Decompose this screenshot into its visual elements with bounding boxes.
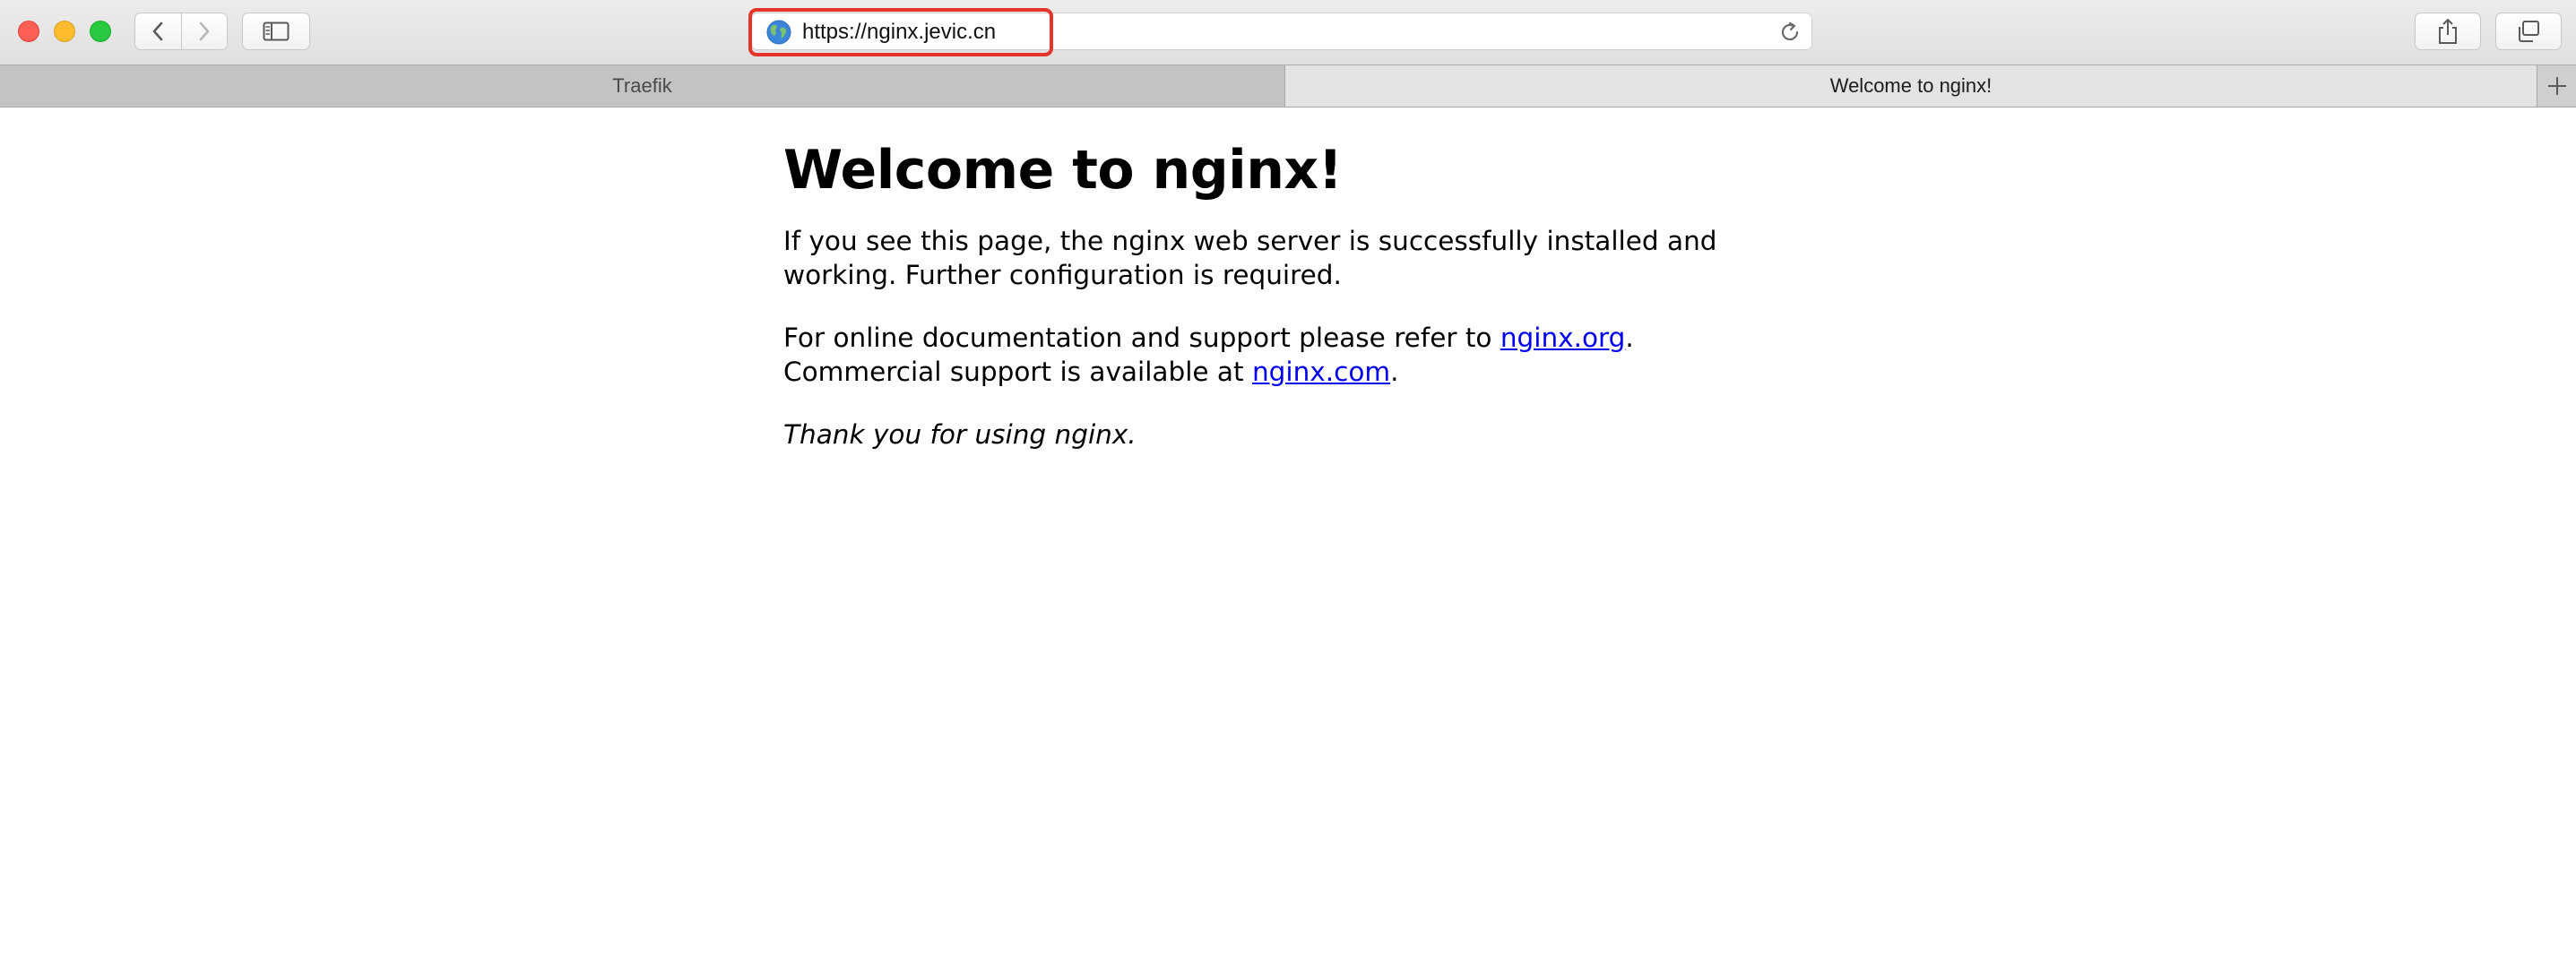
nginx-com-link[interactable]: nginx.com — [1252, 357, 1390, 387]
page-title: Welcome to nginx! — [783, 139, 1343, 202]
maximize-window-button[interactable] — [90, 21, 111, 42]
tab-label: Traefik — [612, 74, 672, 97]
tab-bar: Traefik Welcome to nginx! — [0, 65, 2576, 108]
navigation-buttons — [134, 13, 228, 50]
tabs-overview-icon — [2519, 21, 2539, 42]
reload-icon[interactable] — [1776, 19, 1803, 46]
support-text: Commercial support is available at — [783, 357, 1252, 387]
nginx-org-link[interactable]: nginx.org — [1500, 323, 1626, 353]
sidebar-icon — [263, 22, 290, 41]
minimize-window-button[interactable] — [54, 21, 75, 42]
tab-label: Welcome to nginx! — [1829, 74, 1993, 97]
tab-welcome-nginx[interactable]: Welcome to nginx! — [1285, 65, 2537, 107]
chevron-left-icon — [152, 22, 163, 41]
close-window-button[interactable] — [18, 21, 39, 42]
chevron-right-icon — [199, 22, 210, 41]
share-icon — [2439, 19, 2457, 44]
tabs-overview-button[interactable] — [2495, 13, 2562, 50]
sidebar-button[interactable] — [242, 13, 310, 50]
browser-toolbar: https://nginx.jevic.cn — [0, 0, 2576, 65]
tab-traefik[interactable]: Traefik — [0, 65, 1285, 107]
forward-button[interactable] — [180, 13, 228, 49]
plus-icon — [2547, 77, 2566, 95]
url-text[interactable]: https://nginx.jevic.cn — [802, 18, 996, 47]
globe-icon — [766, 20, 791, 45]
docs-paragraph: For online documentation and support ple… — [783, 321, 1769, 389]
thanks-paragraph: Thank you for using nginx. — [783, 419, 1137, 450]
browser-window: https://nginx.jevic.cn Traefik Welcome t… — [0, 0, 2576, 955]
share-button[interactable] — [2415, 13, 2481, 50]
docs-period: . — [1625, 323, 1634, 353]
docs-text: For online documentation and support ple… — [783, 323, 1500, 353]
page-content: Welcome to nginx! If you see this page, … — [783, 134, 1769, 452]
intro-paragraph: If you see this page, the nginx web serv… — [783, 226, 1717, 290]
back-button[interactable] — [135, 13, 181, 49]
support-period: . — [1390, 357, 1399, 387]
new-tab-button[interactable] — [2537, 65, 2576, 107]
